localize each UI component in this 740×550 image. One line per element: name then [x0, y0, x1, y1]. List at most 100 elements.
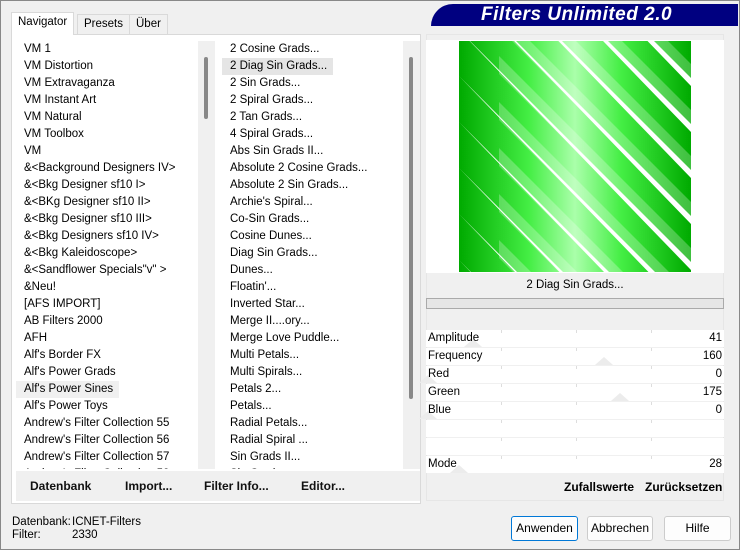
list-item[interactable]: VM Natural	[16, 109, 198, 126]
param-slider-amplitude[interactable]: Amplitude 41	[426, 330, 724, 347]
list-item[interactable]: Absolute 2 Cosine Grads...	[222, 160, 403, 177]
param-slider-red[interactable]: Red 0	[419, 366, 724, 383]
list-item-label: Dunes...	[230, 264, 273, 276]
slider-thumb[interactable]	[594, 357, 613, 365]
tab-presets[interactable]: Presets	[77, 14, 130, 34]
list-item[interactable]: 2 Spiral Grads...	[222, 92, 403, 109]
editor-button[interactable]: Editor...	[301, 479, 345, 493]
list-item[interactable]: Cosine Dunes...	[222, 228, 403, 245]
reset-button[interactable]: Zurücksetzen	[645, 480, 722, 494]
list-item[interactable]: 2 Diag Sin Grads...	[222, 58, 403, 75]
list-item[interactable]: Andrew's Filter Collection 55	[16, 415, 198, 432]
list-item[interactable]: Floatin'...	[222, 279, 403, 296]
list-item[interactable]: 2 Tan Grads...	[222, 109, 403, 126]
import-button[interactable]: Import...	[125, 479, 172, 493]
help-button[interactable]: Hilfe	[664, 516, 731, 541]
list-item-label: &<BKg Designer sf10 II>	[24, 196, 151, 208]
random-values-button[interactable]: Zufallswerte	[564, 480, 634, 494]
list-item[interactable]: Sin Grads...	[222, 466, 403, 469]
list-item[interactable]: 2 Sin Grads...	[222, 75, 403, 92]
list-item[interactable]: VM Distortion	[16, 58, 198, 75]
list-item[interactable]: VM	[16, 143, 198, 160]
param-slider-empty[interactable]	[426, 420, 724, 437]
slider-tick	[501, 366, 502, 369]
list-item[interactable]: &<BKg Designer sf10 II>	[16, 194, 198, 211]
list-item[interactable]: Archie's Spiral...	[222, 194, 403, 211]
list-item-label: Floatin'...	[230, 281, 277, 293]
list-item[interactable]: Andrew's Filter Collection 56	[16, 432, 198, 449]
category-scrollbar[interactable]	[198, 41, 215, 469]
list-item[interactable]: VM Instant Art	[16, 92, 198, 109]
param-name: Blue	[428, 404, 452, 416]
param-value: 41	[709, 332, 722, 344]
filter-scrollbar[interactable]	[403, 41, 420, 469]
list-item-label: 2 Spiral Grads...	[230, 94, 314, 106]
list-item[interactable]: VM Extravaganza	[16, 75, 198, 92]
param-slider-frequency[interactable]: Frequency 160	[426, 348, 724, 365]
preview-image	[459, 41, 691, 272]
slider-thumb[interactable]	[611, 393, 630, 401]
slider-tick	[501, 348, 502, 351]
cancel-button[interactable]: Abbrechen	[587, 516, 653, 541]
category-list[interactable]: VM 1 VM Distortion VM Extravaganza VM Insta…	[16, 41, 198, 469]
list-item[interactable]: AFH	[16, 330, 198, 347]
list-item[interactable]: Alf's Power Toys	[16, 398, 198, 415]
list-item[interactable]: Co-Sin Grads...	[222, 211, 403, 228]
apply-button[interactable]: Anwenden	[511, 516, 578, 541]
list-item[interactable]: Andrew's Filter Collection 58	[16, 466, 198, 469]
list-item-label: Alf's Power Grads	[24, 366, 116, 378]
list-item-label: Alf's Power Toys	[24, 400, 108, 412]
list-item[interactable]: Merge Love Puddle...	[222, 330, 403, 347]
list-item[interactable]: AB Filters 2000	[16, 313, 198, 330]
list-item[interactable]: VM 1	[16, 41, 198, 58]
database-button[interactable]: Datenbank	[30, 479, 91, 493]
list-item[interactable]: Sin Grads II...	[222, 449, 403, 466]
list-item[interactable]: Petals...	[222, 398, 403, 415]
slider-tick	[576, 420, 577, 423]
list-item[interactable]: 4 Spiral Grads...	[222, 126, 403, 143]
param-slider-mode[interactable]: Mode 28	[426, 456, 724, 473]
list-item[interactable]: Multi Petals...	[222, 347, 403, 364]
list-item[interactable]: Radial Petals...	[222, 415, 403, 432]
list-item[interactable]: Merge II....ory...	[222, 313, 403, 330]
param-value: 28	[709, 458, 722, 470]
list-item[interactable]: Alf's Power Sines	[16, 381, 198, 398]
list-item[interactable]: 2 Cosine Grads...	[222, 41, 403, 58]
scrollbar-thumb[interactable]	[204, 57, 208, 119]
list-item[interactable]: Alf's Power Grads	[16, 364, 198, 381]
list-item[interactable]: &<Sandflower Specials"v" >	[16, 262, 198, 279]
list-item[interactable]: Petals 2...	[222, 381, 403, 398]
list-item[interactable]: &<Bkg Kaleidoscope>	[16, 245, 198, 262]
list-item[interactable]: VM Toolbox	[16, 126, 198, 143]
list-item-label: Radial Spiral ...	[230, 434, 308, 446]
list-item[interactable]: Inverted Star...	[222, 296, 403, 313]
list-item[interactable]: Dunes...	[222, 262, 403, 279]
list-item[interactable]: &<Background Designers IV>	[16, 160, 198, 177]
list-item-label: Alf's Border FX	[24, 349, 101, 361]
list-item[interactable]: Radial Spiral ...	[222, 432, 403, 449]
list-item[interactable]: Diag Sin Grads...	[222, 245, 403, 262]
param-value: 0	[715, 368, 722, 380]
filter-info-button[interactable]: Filter Info...	[204, 479, 269, 493]
list-item-label: &<Bkg Kaleidoscope>	[24, 247, 138, 259]
logo-text: Filters Unlimited 2.0	[481, 4, 673, 25]
scrollbar-thumb[interactable]	[409, 57, 413, 399]
list-item[interactable]: Andrew's Filter Collection 57	[16, 449, 198, 466]
tab-uber[interactable]: Über	[129, 14, 168, 34]
filter-list[interactable]: 2 Cosine Grads... 2 Diag Sin Grads... 2 Si…	[222, 41, 403, 469]
list-item[interactable]: Abs Sin Grads II...	[222, 143, 403, 160]
param-slider-green[interactable]: Green 175	[426, 384, 724, 401]
list-item[interactable]: &<Bkg Designer sf10 I>	[16, 177, 198, 194]
tab-navigator[interactable]: Navigator	[11, 12, 75, 35]
list-item[interactable]: Multi Spirals...	[222, 364, 403, 381]
list-item[interactable]: &<Bkg Designers sf10 IV>	[16, 228, 198, 245]
param-slider-blue[interactable]: Blue 0	[419, 402, 724, 419]
list-item[interactable]: [AFS IMPORT]	[16, 296, 198, 313]
list-item[interactable]: Alf's Border FX	[16, 347, 198, 364]
list-item-label: AB Filters 2000	[24, 315, 103, 327]
param-slider-empty[interactable]	[426, 438, 724, 455]
list-item[interactable]: Absolute 2 Sin Grads...	[222, 177, 403, 194]
list-item-label: 2 Diag Sin Grads...	[222, 58, 334, 75]
list-item[interactable]: &<Bkg Designer sf10 III>	[16, 211, 198, 228]
list-item[interactable]: &Neu!	[16, 279, 198, 296]
